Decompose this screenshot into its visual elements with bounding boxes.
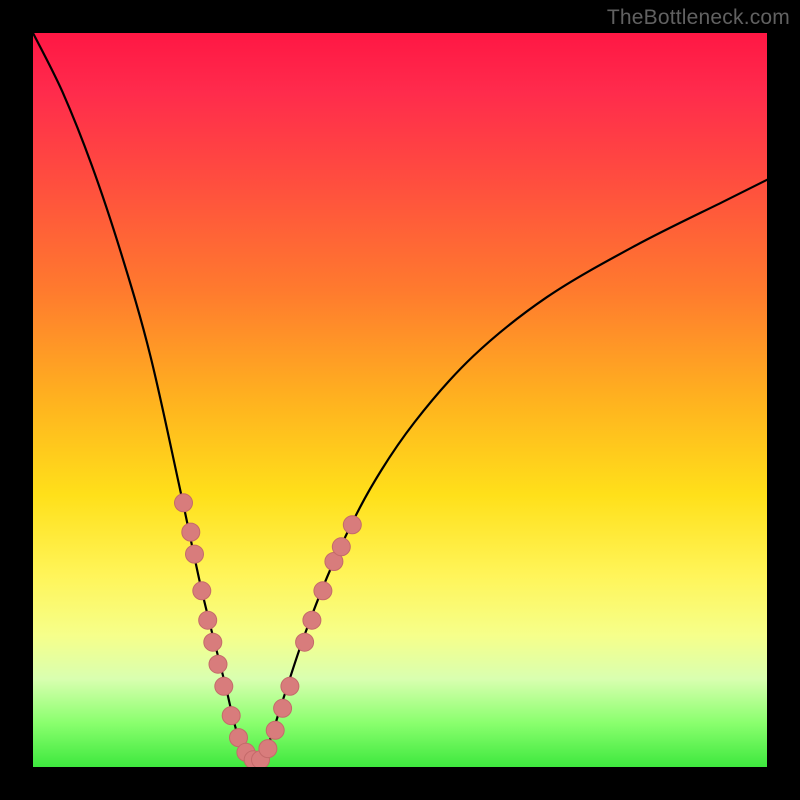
data-marker bbox=[182, 523, 200, 541]
data-marker bbox=[199, 611, 217, 629]
data-marker bbox=[222, 707, 240, 725]
data-marker bbox=[314, 582, 332, 600]
data-marker bbox=[209, 655, 227, 673]
data-marker bbox=[281, 677, 299, 695]
data-marker bbox=[215, 677, 233, 695]
data-marker bbox=[343, 516, 361, 534]
marker-group bbox=[175, 494, 362, 767]
data-marker bbox=[193, 582, 211, 600]
data-marker bbox=[259, 740, 277, 758]
chart-frame: TheBottleneck.com bbox=[0, 0, 800, 800]
bottleneck-curve bbox=[33, 33, 767, 763]
data-marker bbox=[274, 699, 292, 717]
data-marker bbox=[266, 721, 284, 739]
data-marker bbox=[303, 611, 321, 629]
data-marker bbox=[175, 494, 193, 512]
plot-area bbox=[33, 33, 767, 767]
watermark-text: TheBottleneck.com bbox=[607, 6, 790, 30]
data-marker bbox=[186, 545, 204, 563]
chart-svg bbox=[33, 33, 767, 767]
data-marker bbox=[204, 633, 222, 651]
data-marker bbox=[296, 633, 314, 651]
data-marker bbox=[332, 538, 350, 556]
